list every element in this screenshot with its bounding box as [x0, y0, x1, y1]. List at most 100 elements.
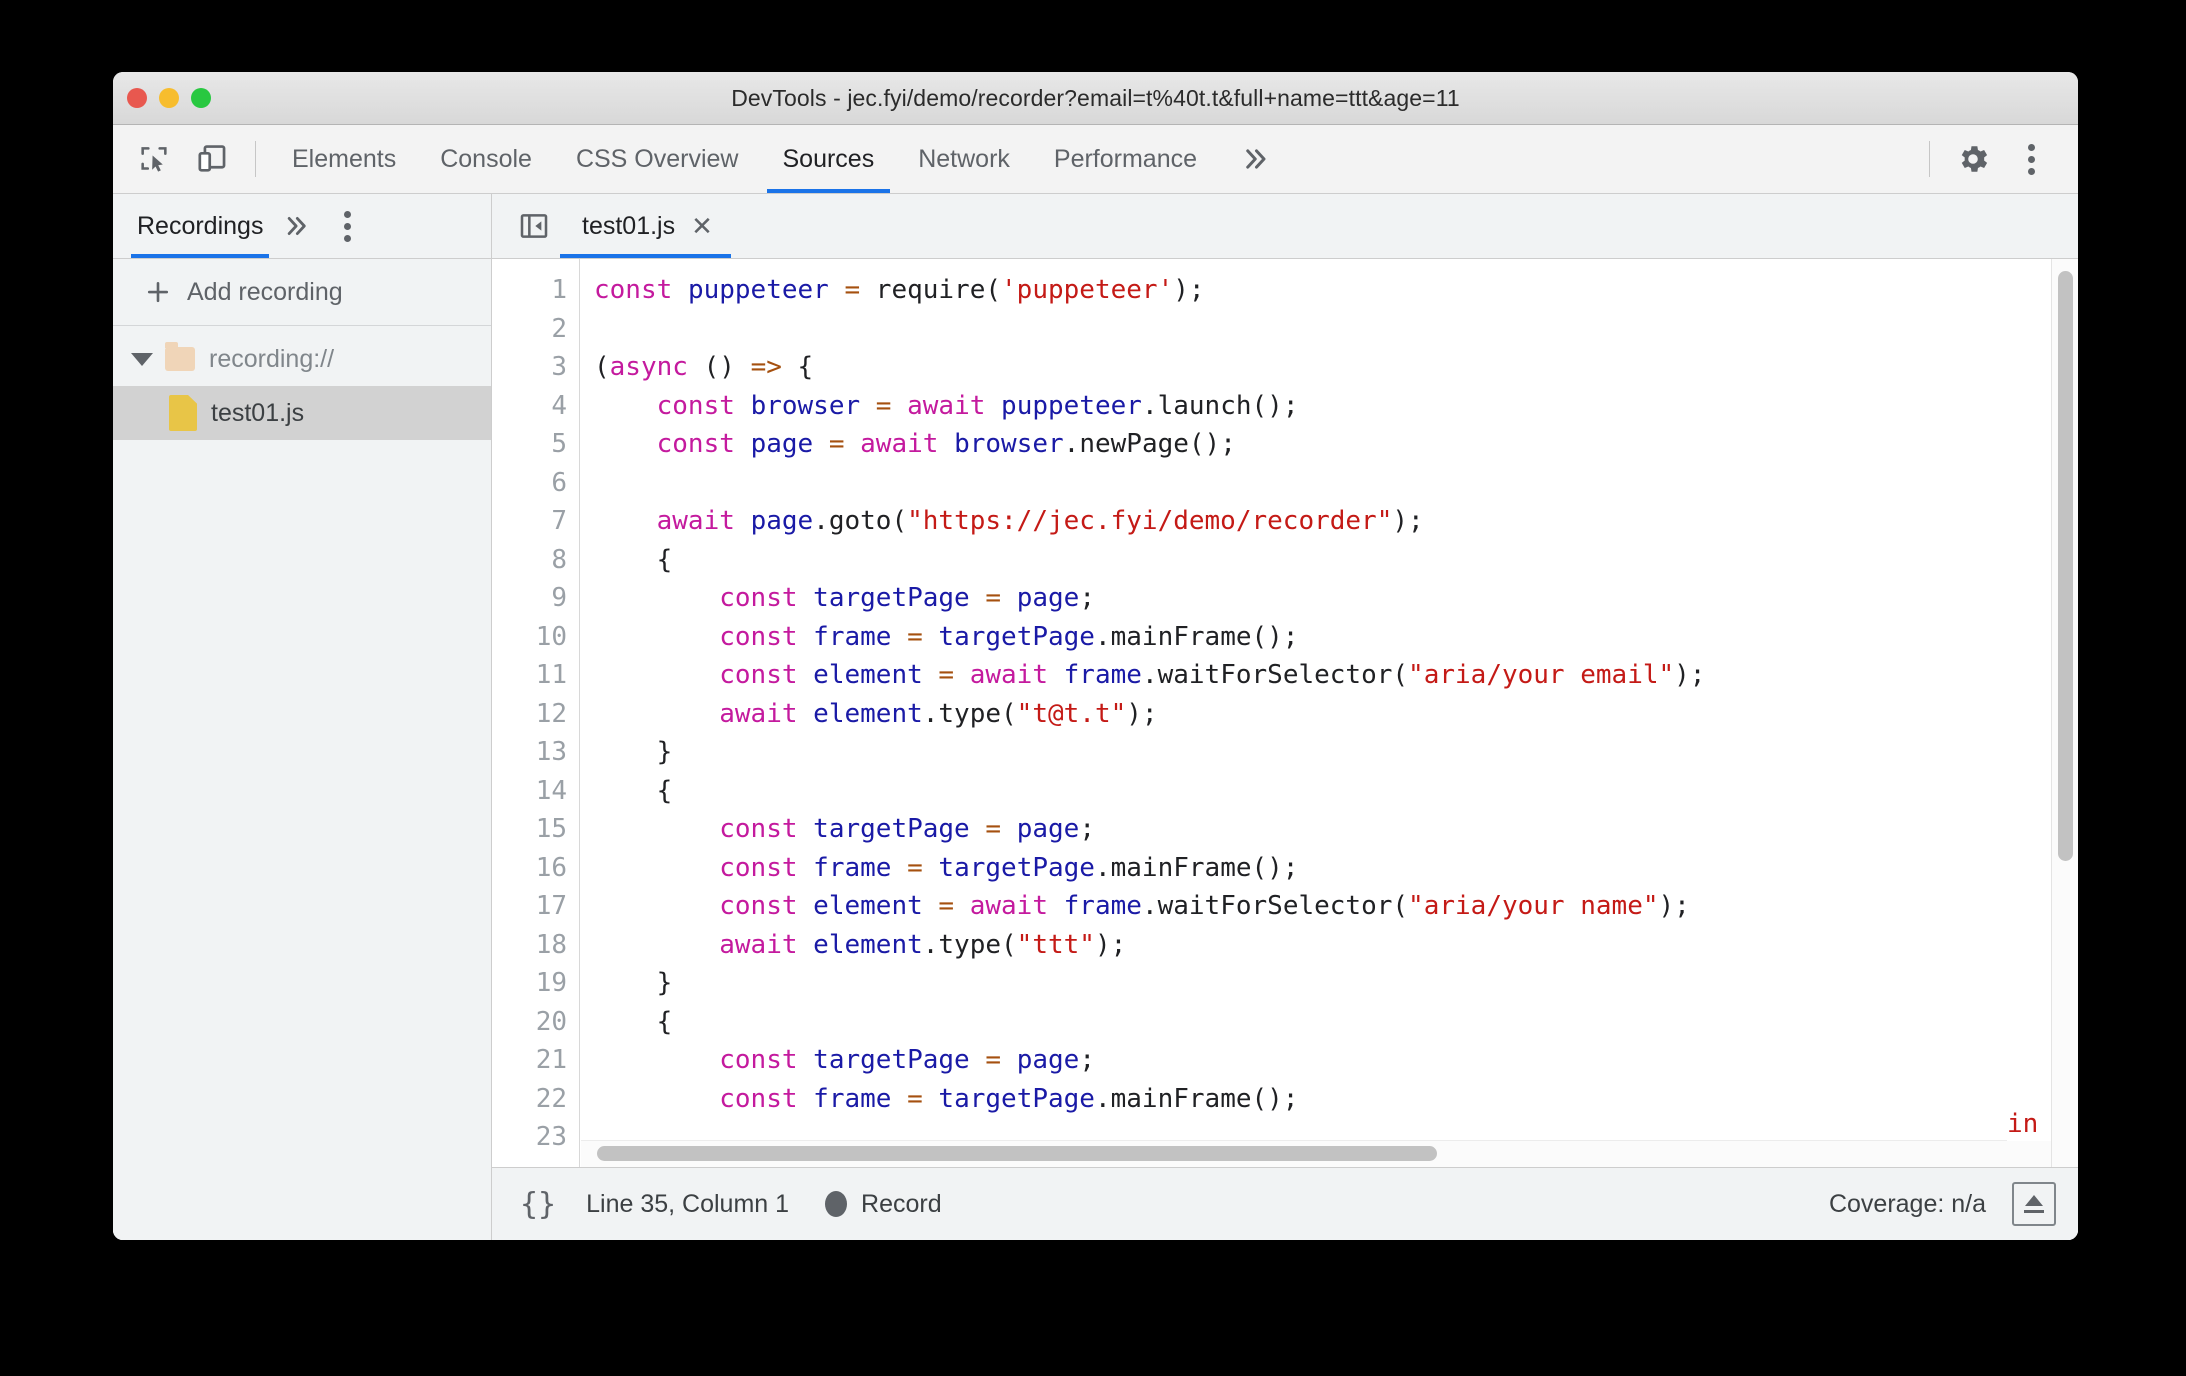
- tab-elements[interactable]: Elements: [270, 125, 418, 193]
- code-token: const: [656, 429, 735, 459]
- vertical-scrollbar[interactable]: [2051, 259, 2078, 1167]
- code-token: =: [938, 891, 955, 921]
- minimize-window-button[interactable]: [159, 88, 179, 108]
- code-line: (async () => {: [594, 348, 2051, 387]
- code-token: targetPage: [813, 814, 970, 844]
- code-token: const: [594, 275, 673, 305]
- line-number-gutter: 1 2 3 4 5 6 7 8 9 10 11 12 13 14 15 16 17 18 19 20 21 22 23: [492, 259, 580, 1167]
- show-drawer-icon[interactable]: [2012, 1182, 2056, 1226]
- code-token: frame: [813, 1083, 892, 1114]
- line-number: 2: [551, 313, 567, 344]
- tree-item-recording-root[interactable]: recording://: [113, 332, 491, 386]
- code-line: {: [594, 772, 2051, 811]
- code-token: await: [656, 506, 735, 536]
- record-button[interactable]: Record: [825, 1190, 942, 1219]
- code-token: targetPage: [938, 852, 1095, 883]
- horizontal-scrollbar[interactable]: [581, 1140, 2051, 1167]
- tab-performance[interactable]: Performance: [1032, 125, 1219, 193]
- show-navigator-icon[interactable]: [508, 194, 560, 258]
- inspect-element-icon[interactable]: [125, 125, 183, 193]
- code-token: =: [985, 583, 1002, 613]
- code-token: =>: [750, 352, 782, 382]
- code-token: .mainFrame();: [1094, 1083, 1299, 1114]
- code-token: require(: [860, 275, 1002, 305]
- toolbar-divider-right: [1929, 141, 1930, 177]
- code-editor[interactable]: 1 2 3 4 5 6 7 8 9 10 11 12 13 14 15 16 17 18 19 20 21 22 23 co…: [492, 259, 2078, 1167]
- navigator-menu-icon[interactable]: [321, 194, 373, 258]
- triangle-down-icon[interactable]: [131, 352, 153, 366]
- tab-sources[interactable]: Sources: [761, 125, 897, 193]
- record-label: Record: [861, 1189, 942, 1218]
- code-token: =: [907, 621, 923, 652]
- close-icon[interactable]: ✕: [691, 213, 713, 239]
- tree-item-test01js[interactable]: test01.js: [113, 386, 491, 440]
- code-line: await element.type("ttt");: [594, 926, 2051, 965]
- devtools-tab-bar: Elements Console CSS Overview Sources Ne…: [113, 125, 2078, 194]
- window-title-bar: DevTools - jec.fyi/demo/recorder?email=t…: [113, 72, 2078, 125]
- code-token: (): [687, 352, 751, 382]
- pretty-print-button[interactable]: {}: [520, 1187, 556, 1222]
- line-number: 23: [535, 1122, 567, 1152]
- editor-tab-label: test01.js: [582, 211, 676, 240]
- code-content[interactable]: const puppeteer = require('puppeteer'); …: [580, 259, 2051, 1167]
- tab-sources-label: Sources: [782, 144, 875, 173]
- line-number: 4: [551, 390, 567, 421]
- tab-network[interactable]: Network: [896, 125, 1032, 193]
- code-line: }: [594, 733, 2051, 772]
- tab-css-overview[interactable]: CSS Overview: [554, 125, 761, 193]
- device-toolbar-icon[interactable]: [183, 125, 241, 193]
- code-token: .waitForSelector(: [1141, 660, 1409, 690]
- coverage-label: Coverage: n/a: [1828, 1189, 1986, 1218]
- tab-performance-label: Performance: [1053, 144, 1198, 173]
- maximize-window-button[interactable]: [191, 88, 211, 108]
- code-line: const element = await frame.waitForSelec…: [594, 887, 2051, 926]
- line-number: 18: [535, 929, 567, 960]
- editor-tab-test01js[interactable]: test01.js ✕: [560, 194, 731, 258]
- gear-icon[interactable]: [1944, 125, 2002, 193]
- status-bar-right: Coverage: n/a: [1829, 1182, 2056, 1226]
- navigator-menu-dots: [343, 210, 351, 242]
- code-line: const page = await browser.newPage();: [594, 425, 2051, 464]
- code-token: =: [938, 660, 955, 690]
- code-token: element: [813, 698, 923, 729]
- code-token: {: [594, 544, 673, 575]
- tab-recordings[interactable]: Recordings: [131, 194, 270, 258]
- code-token: const: [719, 852, 798, 883]
- code-token: =: [985, 814, 1002, 844]
- code-token: =: [985, 1045, 1002, 1075]
- more-vertical-icon[interactable]: [2002, 125, 2060, 193]
- tab-elements-label: Elements: [292, 144, 397, 173]
- code-token: const: [719, 1083, 798, 1114]
- code-token: );: [1094, 929, 1127, 960]
- line-number: 8: [551, 544, 567, 575]
- navigator-more-tabs-icon[interactable]: [269, 194, 321, 258]
- horizontal-scrollbar-thumb[interactable]: [597, 1146, 1437, 1161]
- code-token: }: [594, 737, 673, 767]
- add-recording-button[interactable]: Add recording: [113, 259, 491, 326]
- code-token: 'puppeteer': [1001, 275, 1174, 305]
- code-token: .launch();: [1141, 390, 1299, 421]
- tab-console[interactable]: Console: [418, 125, 554, 193]
- more-tabs-icon[interactable]: [1219, 125, 1289, 193]
- editor-pane: test01.js ✕ 1 2 3 4 5 6 7 8 9 10 11 12 13 14 15 16 17 18 1…: [492, 194, 2078, 1240]
- tab-css-overview-label: CSS Overview: [575, 144, 739, 173]
- vertical-scrollbar-thumb[interactable]: [2058, 271, 2073, 861]
- line-number: 17: [535, 891, 567, 921]
- toolbar-right-group: [1915, 125, 2078, 193]
- close-window-button[interactable]: [127, 88, 147, 108]
- navigator-sidebar: Recordings Add recording recording:// te…: [113, 194, 492, 1240]
